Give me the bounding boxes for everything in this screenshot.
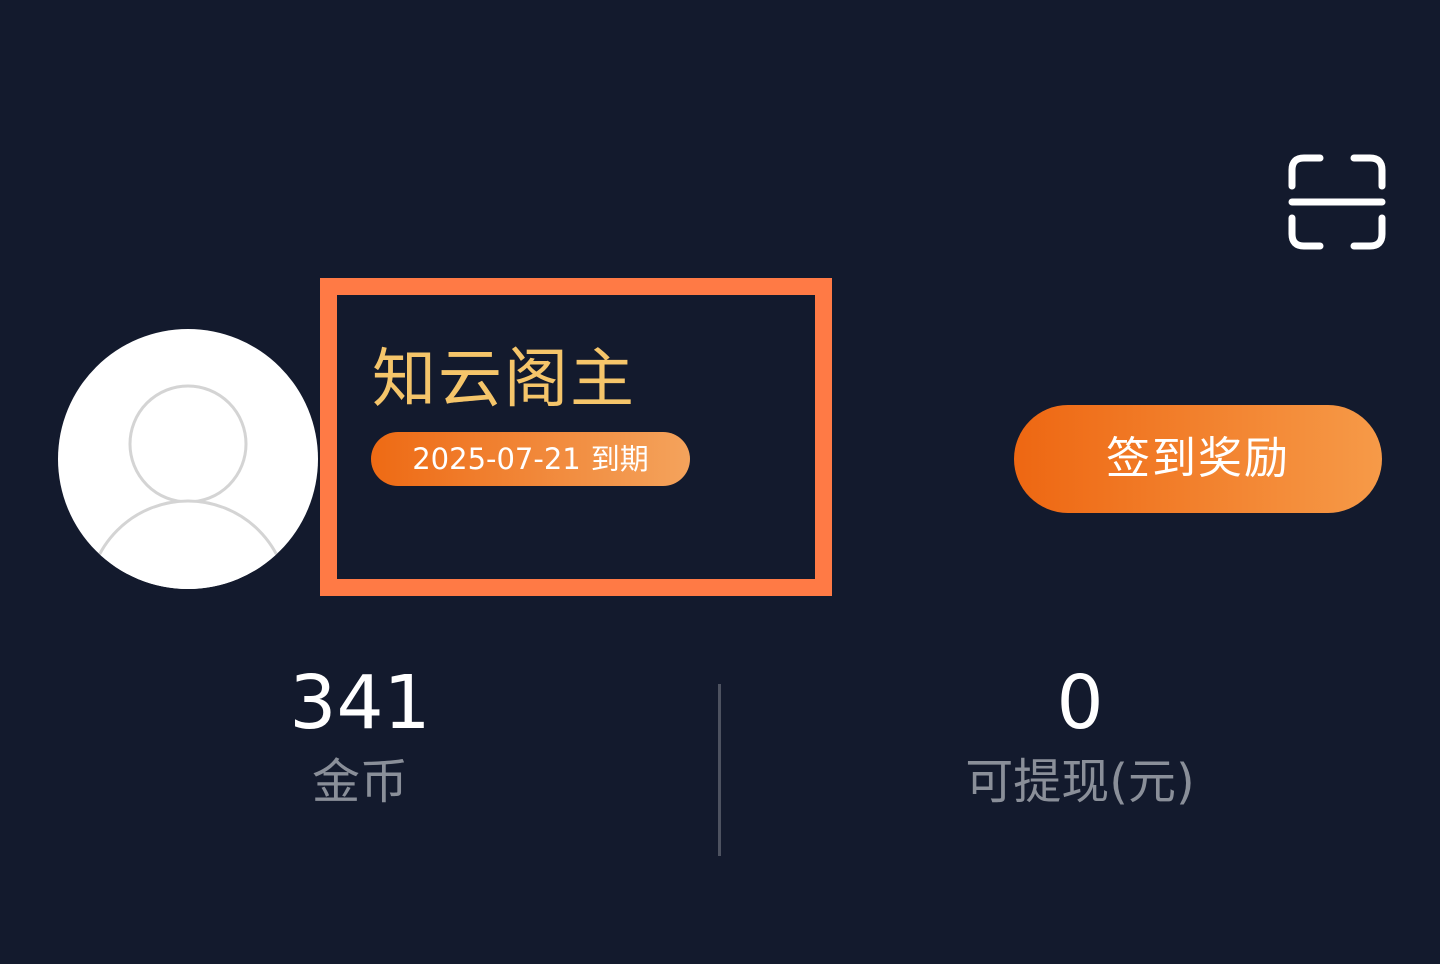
withdrawable-stat[interactable]: 0 可提现(元) xyxy=(870,660,1290,812)
coins-label: 金币 xyxy=(311,754,408,810)
coins-value: 341 xyxy=(289,660,431,746)
expiry-badge: 2025-07-21 到期 xyxy=(371,432,690,486)
avatar[interactable] xyxy=(58,329,318,589)
withdrawable-label: 可提现(元) xyxy=(965,754,1195,810)
scan-icon xyxy=(1288,154,1386,250)
username: 知云阁主 xyxy=(372,343,636,417)
coins-stat[interactable]: 341 金币 xyxy=(150,660,570,812)
withdrawable-value: 0 xyxy=(1056,660,1104,746)
stats-divider xyxy=(718,684,721,856)
checkin-reward-button[interactable]: 签到奖励 xyxy=(1014,405,1382,513)
expiry-date: 2025-07-21 xyxy=(412,442,581,476)
expiry-suffix: 到期 xyxy=(590,442,649,476)
default-avatar-icon xyxy=(87,384,289,589)
scan-button[interactable] xyxy=(1286,152,1388,252)
